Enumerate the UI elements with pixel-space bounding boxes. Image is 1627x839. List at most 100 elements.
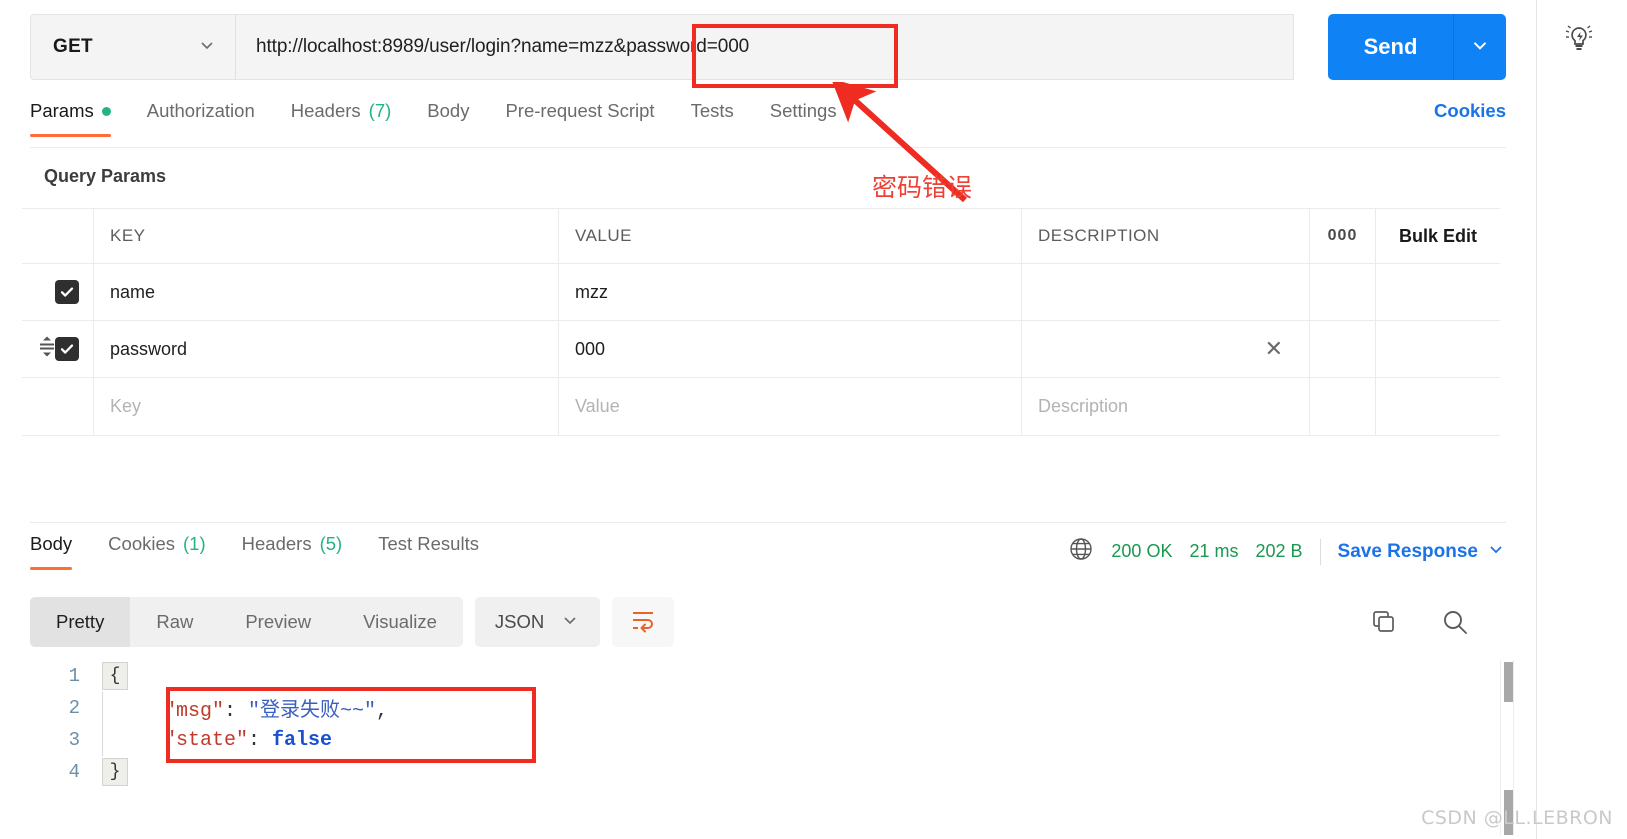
table-row: password 000 ✕ — [22, 321, 1500, 378]
json-separator: : — [224, 700, 249, 723]
meta-divider — [1319, 538, 1321, 565]
modified-dot-icon — [101, 106, 111, 116]
cookies-link[interactable]: Cookies — [1434, 100, 1506, 122]
view-mode-visualize[interactable]: Visualize — [337, 597, 463, 647]
body-format-label: JSON — [494, 611, 545, 632]
row-spacer-bulk — [1376, 378, 1500, 435]
code-line: 2 "msg": "登录失败~~", — [30, 692, 1506, 724]
globe-icon — [1068, 536, 1094, 567]
tab-settings[interactable]: Settings — [770, 100, 837, 136]
table-options-button[interactable]: 000 — [1310, 209, 1376, 263]
json-comma: , — [376, 700, 389, 723]
tab-settings-label: Settings — [769, 100, 837, 121]
header-description-label: DESCRIPTION — [1038, 226, 1160, 245]
response-size-label: 202 B — [1255, 541, 1303, 561]
header-cell-description: DESCRIPTION — [1022, 209, 1310, 263]
header-value-label: VALUE — [575, 226, 632, 245]
response-tab-bar: Body Cookies (1) Headers (5) Test Result… — [30, 533, 1506, 581]
json-value: "登录失败~~" — [248, 700, 377, 723]
send-group: Send — [1328, 14, 1506, 80]
row-value-value: mzz — [575, 281, 608, 302]
word-wrap-icon — [629, 607, 657, 638]
new-key-input[interactable]: Key — [94, 378, 559, 435]
row-spacer-bulk — [1376, 264, 1500, 320]
response-body-viewer[interactable]: 1 { 2 "msg": "登录失败~~", 3 "state": false … — [30, 660, 1506, 835]
header-cell-key: KEY — [94, 209, 559, 263]
watermark: CSDN @LL.LEBRON — [1421, 807, 1613, 829]
query-params-table: KEY VALUE DESCRIPTION 000 Bulk Edit name… — [22, 208, 1500, 436]
right-sidebar — [1536, 0, 1627, 839]
tab-params[interactable]: Params — [30, 100, 111, 137]
row-description-cell[interactable]: ✕ — [1022, 321, 1310, 377]
search-icon[interactable] — [1440, 607, 1470, 637]
drag-handle-icon[interactable] — [36, 334, 58, 365]
delete-row-icon[interactable]: ✕ — [1265, 338, 1283, 360]
row-description-cell[interactable] — [1022, 264, 1310, 320]
row-key-cell[interactable]: password — [94, 321, 559, 377]
response-tab-test-results[interactable]: Test Results — [378, 533, 479, 569]
scrollbar-thumb[interactable] — [1504, 662, 1513, 702]
send-button[interactable]: Send — [1328, 14, 1454, 80]
response-tab-body-label: Body — [30, 533, 73, 554]
line-number: 2 — [68, 697, 80, 719]
response-tab-test-results-label: Test Results — [378, 533, 479, 554]
row-handle-cell — [22, 378, 94, 435]
fold-spacer — [102, 692, 128, 724]
code-line: 4 } — [30, 756, 1506, 788]
row-value-cell[interactable]: mzz — [559, 264, 1022, 320]
response-tab-headers[interactable]: Headers (5) — [242, 533, 343, 569]
url-input[interactable]: http://localhost:8989/user/login?name=mz… — [235, 14, 1294, 80]
send-options-button[interactable] — [1454, 14, 1506, 80]
row-handle-cell — [22, 264, 94, 320]
main-area: GET http://localhost:8989/user/login?nam… — [0, 0, 1536, 839]
tab-headers[interactable]: Headers (7) — [291, 100, 392, 136]
json-value: false — [272, 728, 333, 752]
tab-headers-label: Headers — [290, 100, 361, 121]
view-mode-segmented: Pretty Raw Preview Visualize — [30, 597, 463, 647]
row-spacer-dots — [1310, 321, 1376, 377]
row-key-cell[interactable]: name — [94, 264, 559, 320]
tab-authorization[interactable]: Authorization — [147, 100, 255, 136]
response-tab-body[interactable]: Body — [30, 533, 73, 570]
table-row-empty: Key Value Description — [22, 378, 1500, 435]
header-key-label: KEY — [110, 226, 146, 245]
new-description-input[interactable]: Description — [1022, 378, 1310, 435]
row-handle-cell — [22, 321, 94, 377]
tab-pre-request-script-label: Pre-request Script — [505, 100, 655, 121]
tab-body[interactable]: Body — [427, 100, 469, 136]
bulk-edit-button[interactable]: Bulk Edit — [1376, 209, 1500, 263]
tab-tests[interactable]: Tests — [691, 100, 734, 136]
new-key-placeholder: Key — [110, 396, 142, 416]
more-options-icon: 000 — [1327, 227, 1358, 244]
view-mode-preview[interactable]: Preview — [219, 597, 337, 647]
copy-icon[interactable] — [1368, 607, 1398, 637]
view-mode-pretty[interactable]: Pretty — [30, 597, 131, 647]
response-tab-cookies[interactable]: Cookies (1) — [108, 533, 205, 569]
http-method-selector[interactable]: GET — [30, 14, 235, 80]
new-value-input[interactable]: Value — [559, 378, 1022, 435]
fold-marker[interactable]: { — [102, 662, 128, 690]
http-method-label: GET — [53, 36, 93, 57]
response-meta: 200 OK 21 ms 202 B Save Response — [1068, 536, 1506, 567]
request-tab-bar: Params Authorization Headers (7) Body Pr… — [30, 100, 1506, 148]
row-enabled-checkbox[interactable] — [55, 280, 79, 304]
fold-marker[interactable]: } — [102, 758, 128, 786]
tab-tests-label: Tests — [690, 100, 734, 121]
response-tab-headers-label: Headers — [241, 533, 312, 554]
save-response-button[interactable]: Save Response — [1338, 539, 1506, 565]
line-number: 3 — [68, 729, 80, 751]
body-format-selector[interactable]: JSON — [474, 597, 601, 647]
lightbulb-icon[interactable] — [1559, 18, 1599, 58]
view-mode-raw[interactable]: Raw — [130, 597, 219, 647]
chevron-down-icon — [560, 610, 580, 635]
bulk-edit-label: Bulk Edit — [1398, 225, 1477, 246]
fold-spacer — [102, 724, 128, 756]
word-wrap-button[interactable] — [612, 597, 675, 647]
response-divider — [30, 522, 1506, 523]
tab-pre-request-script[interactable]: Pre-request Script — [505, 100, 654, 136]
row-value-cell[interactable]: 000 — [559, 321, 1022, 377]
tab-params-label: Params — [30, 100, 94, 121]
code-line: 1 { — [30, 660, 1506, 692]
row-enabled-checkbox[interactable] — [55, 337, 79, 361]
new-value-placeholder: Value — [575, 396, 620, 416]
